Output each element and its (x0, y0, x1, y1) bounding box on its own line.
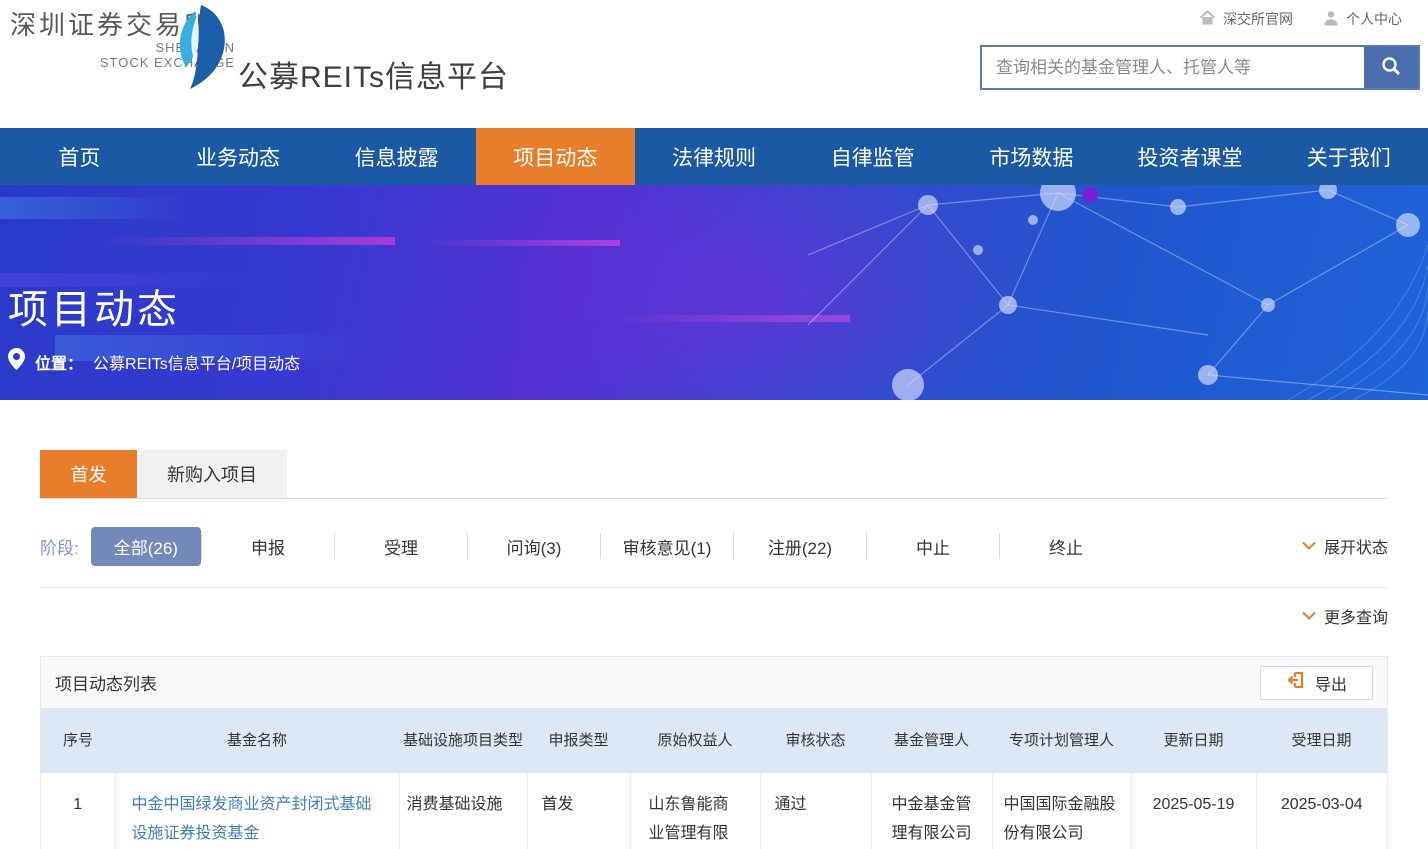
banner-streak (95, 237, 395, 245)
table-row: 1 中金中国绿发商业资产封闭式基础设施证券投资基金 消费基础设施 首发 山东鲁能… (41, 773, 1387, 849)
expand-status-toggle[interactable]: 展开状态 (1302, 534, 1388, 558)
col-seq: 序号 (41, 709, 115, 773)
nav-item-investor-classroom[interactable]: 投资者课堂 (1111, 128, 1270, 185)
search-input[interactable] (982, 47, 1364, 88)
filter-option-declare[interactable]: 申报 (202, 534, 334, 559)
top-utility-bar: 深交所官网 个人中心 (1199, 9, 1402, 29)
cell-update-date: 2025-05-19 (1131, 773, 1256, 849)
filter-option-suspended[interactable]: 中止 (867, 534, 999, 559)
col-apply-type: 申报类型 (527, 709, 630, 773)
breadcrumb-path[interactable]: 公募REITs信息平台/项目动态 (93, 350, 300, 374)
tab-initial-offering[interactable]: 首发 (40, 450, 137, 498)
col-plan-manager: 专项计划管理人 (992, 709, 1131, 773)
cell-original-holder: 山东鲁能商业管理有限公司 (630, 773, 760, 849)
nav-item-legal-rules[interactable]: 法律规则 (635, 128, 794, 185)
nav-item-about-us[interactable]: 关于我们 (1269, 128, 1428, 185)
export-button[interactable]: 导出 (1260, 666, 1373, 700)
panel-header: 项目动态列表 导出 (41, 657, 1387, 709)
cell-apply-type: 首发 (527, 773, 630, 849)
project-list-panel: 项目动态列表 导出 序号 (40, 656, 1388, 849)
page-header: 深圳证券交易所 SHENZHEN STOCK EXCHANGE 公募REITs信… (0, 0, 1428, 128)
col-infra-type: 基础设施项目类型 (399, 709, 527, 773)
breadcrumb: 位置： 公募REITs信息平台/项目动态 (8, 348, 300, 375)
cell-fund-name: 中金中国绿发商业资产封闭式基础设施证券投资基金 (115, 773, 399, 849)
cell-seq: 1 (41, 773, 115, 849)
official-site-link[interactable]: 深交所官网 (1199, 9, 1293, 29)
stage-filter-label: 阶段: (40, 534, 79, 559)
search-box (980, 45, 1420, 90)
export-icon (1286, 670, 1306, 695)
chevron-down-icon (1302, 537, 1316, 555)
filter-option-all[interactable]: 全部(26) (91, 527, 201, 566)
site-title: 公募REITs信息平台 (238, 52, 509, 96)
filter-option-accepted[interactable]: 受理 (335, 534, 467, 559)
cell-review-status: 通过 (760, 773, 871, 849)
main-nav: 首页 业务动态 信息披露 项目动态 法律规则 自律监管 市场数据 投资者课堂 关… (0, 128, 1428, 185)
breadcrumb-label: 位置： (35, 350, 83, 374)
nav-item-business-news[interactable]: 业务动态 (159, 128, 318, 185)
col-fund-name: 基金名称 (115, 709, 399, 773)
cell-infra-type: 消费基础设施 (399, 773, 527, 849)
col-review-status: 审核状态 (760, 709, 871, 773)
logo-leaf-icon (168, 4, 230, 95)
more-query-toggle[interactable]: 更多查询 (1302, 604, 1388, 628)
chevron-down-icon (1302, 607, 1316, 625)
content-area: 首发 新购入项目 阶段: 全部(26) 申报 受理 问询(3) 审核意见(1) … (0, 450, 1428, 849)
cell-plan-manager: 中国国际金融股份有限公司 (992, 773, 1131, 849)
panel-title: 项目动态列表 (55, 670, 157, 695)
project-table: 序号 基金名称 基础设施项目类型 申报类型 原始权益人 审核状态 基金管理人 专… (41, 709, 1387, 849)
location-pin-icon (8, 348, 25, 375)
search-icon (1380, 55, 1402, 80)
banner-streak (0, 197, 190, 219)
col-fund-manager: 基金管理人 (871, 709, 992, 773)
personal-center-link[interactable]: 个人中心 (1323, 9, 1402, 29)
nav-item-disclosure[interactable]: 信息披露 (317, 128, 476, 185)
col-update-date: 更新日期 (1131, 709, 1256, 773)
nav-item-self-regulation[interactable]: 自律监管 (793, 128, 952, 185)
nav-item-market-data[interactable]: 市场数据 (952, 128, 1111, 185)
filter-option-terminated[interactable]: 终止 (1000, 534, 1132, 559)
project-tabs: 首发 新购入项目 (40, 450, 1388, 499)
cell-accept-date: 2025-03-04 (1256, 773, 1387, 849)
col-accept-date: 受理日期 (1256, 709, 1387, 773)
page-title: 项目动态 (8, 277, 180, 335)
network-decoration (808, 185, 1428, 400)
fund-name-link[interactable]: 中金中国绿发商业资产封闭式基础设施证券投资基金 (132, 796, 372, 842)
table-header-row: 序号 基金名称 基础设施项目类型 申报类型 原始权益人 审核状态 基金管理人 专… (41, 709, 1387, 773)
user-icon (1323, 10, 1339, 29)
tab-new-purchase[interactable]: 新购入项目 (137, 450, 287, 498)
col-original-holder: 原始权益人 (630, 709, 760, 773)
filter-option-inquiry[interactable]: 问询(3) (468, 534, 600, 559)
cell-fund-manager: 中金基金管理有限公司 (871, 773, 992, 849)
home-icon (1199, 10, 1216, 29)
nav-item-home[interactable]: 首页 (0, 128, 159, 185)
filter-option-review-opinion[interactable]: 审核意见(1) (601, 534, 733, 559)
banner-streak (420, 240, 620, 246)
stage-filter-row: 阶段: 全部(26) 申报 受理 问询(3) 审核意见(1) 注册(22) 中止… (40, 527, 1388, 565)
filter-option-registered[interactable]: 注册(22) (734, 534, 866, 559)
search-button[interactable] (1364, 47, 1418, 88)
more-query-row: 更多查询 (40, 587, 1388, 628)
nav-item-project-updates[interactable]: 项目动态 (476, 128, 635, 185)
page-banner: 项目动态 位置： 公募REITs信息平台/项目动态 (0, 185, 1428, 400)
